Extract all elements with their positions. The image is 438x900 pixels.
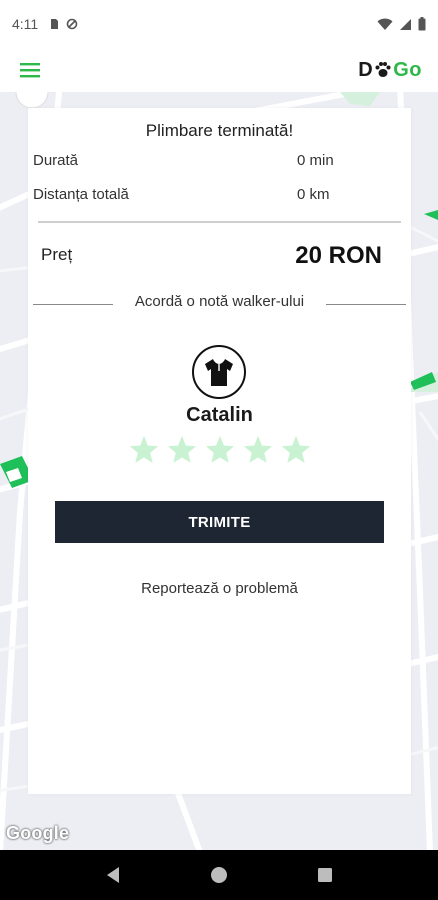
report-problem-link[interactable]: Reportează o problemă [28, 580, 411, 597]
app-logo: D Go [358, 59, 422, 82]
sim-card-icon [51, 19, 59, 29]
wifi-icon [377, 18, 393, 30]
distance-value: 0 km [297, 186, 330, 203]
duration-value: 0 min [297, 152, 334, 169]
status-bar: 4:11 [0, 0, 438, 48]
battery-icon [418, 17, 426, 31]
tshirt-icon [205, 359, 233, 386]
price-label: Preț [41, 245, 73, 264]
app-bar: D Go [0, 48, 438, 92]
submit-button[interactable]: TRIMITE [55, 501, 384, 543]
back-button[interactable] [99, 861, 127, 889]
divider [38, 221, 401, 223]
signal-icon [400, 18, 411, 30]
star-icon-5[interactable] [280, 434, 312, 466]
duration-label: Durată [33, 152, 79, 169]
back-triangle-icon [107, 867, 119, 883]
walk-summary-card: Plimbare terminată! Durată 0 min Distanț… [28, 108, 411, 794]
recents-button[interactable] [311, 861, 339, 889]
system-nav-bar [0, 850, 438, 900]
price-value: 20 RON [295, 242, 382, 269]
home-button[interactable] [205, 861, 233, 889]
card-title: Plimbare terminată! [145, 121, 294, 140]
status-notification-icons [48, 18, 78, 30]
status-time: 4:11 [12, 16, 39, 32]
rating-prompt-line-right [326, 304, 406, 305]
star-icon-3[interactable] [204, 434, 236, 466]
rating-prompt: Acordă o notă walker-ului [33, 293, 406, 313]
star-icon-4[interactable] [242, 434, 274, 466]
walker-name: Catalin [186, 404, 253, 426]
star-icon-1[interactable] [128, 434, 160, 466]
hamburger-menu-icon [20, 63, 40, 78]
menu-button[interactable] [16, 56, 44, 84]
map-attribution: Google [6, 823, 70, 843]
star-icon-2[interactable] [166, 434, 198, 466]
data-saver-icon [66, 18, 78, 30]
logo-suffix: Go [393, 58, 422, 81]
walker-avatar [192, 345, 246, 399]
home-circle-icon [211, 867, 227, 883]
status-system-icons [377, 17, 426, 31]
distance-label: Distanța totală [33, 186, 129, 203]
recents-square-icon [318, 868, 332, 882]
star-rating [28, 434, 411, 466]
logo-prefix: D [358, 58, 374, 81]
paw-icon [375, 62, 391, 77]
rating-prompt-text: Acordă o notă walker-ului [134, 293, 305, 310]
